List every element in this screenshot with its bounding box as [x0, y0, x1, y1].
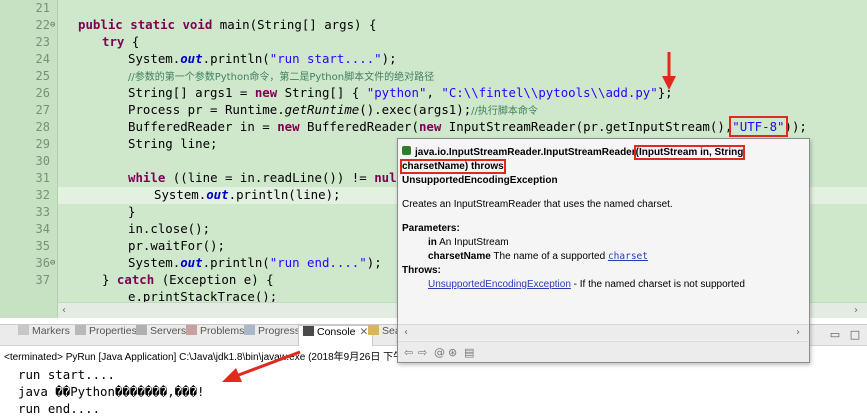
scroll-left-icon[interactable]: ‹ — [404, 325, 408, 340]
line-number: 22 — [35, 18, 50, 32]
code-line: } — [128, 204, 136, 219]
properties-icon — [75, 325, 86, 335]
line-number: 26 — [35, 86, 50, 100]
code-line: try { — [102, 34, 140, 49]
show-in-javadoc-view-icon[interactable]: ▤ — [464, 346, 474, 359]
line-number: 37 — [35, 273, 50, 287]
throws-entry: UnsupportedEncodingException - If the na… — [428, 279, 745, 290]
constructor-icon — [402, 146, 411, 155]
code-line: String[] args1 = new String[] { "python"… — [128, 85, 673, 100]
code-line: } catch (Exception e) { — [102, 272, 274, 287]
code-line: in.close(); — [128, 221, 211, 236]
line-number: 23 — [35, 35, 50, 49]
markers-icon — [18, 325, 29, 335]
tab-markers[interactable]: Markers — [18, 325, 70, 346]
hover-toolbar: ⇦ ⇨ @ ⊛ ▤ — [398, 341, 809, 362]
line-number: 24 — [35, 52, 50, 66]
code-line: System.out.println("run start...."); — [128, 51, 397, 66]
param-in: in An InputStream — [428, 237, 509, 248]
code-line: String line; — [128, 136, 218, 151]
line-number-gutter: 21 22 ⊖ 23 24 25 26 27 28 29 30 31 32 33… — [0, 0, 58, 318]
charset-string-highlight: "UTF-8" — [729, 116, 788, 137]
parameters-heading: Parameters: — [402, 223, 460, 234]
scroll-right-icon[interactable]: › — [854, 303, 858, 318]
line-number: 32 — [35, 188, 50, 202]
javadoc-description: Creates an InputStreamReader that uses t… — [402, 199, 673, 210]
forward-icon[interactable]: ⇨ — [418, 346, 427, 359]
console-line: run start.... — [18, 367, 115, 382]
progress-icon — [244, 325, 255, 335]
line-number: 29 — [35, 137, 50, 151]
tab-progress[interactable]: Progress — [244, 325, 300, 346]
console-line: java ��Python�������,���! — [18, 384, 205, 399]
problems-icon — [186, 325, 197, 335]
fold-icon[interactable]: ⊖ — [50, 255, 55, 272]
hover-horizontal-scrollbar[interactable]: ‹ › — [398, 324, 809, 340]
code-line: BufferedReader in = new BufferedReader(n… — [128, 116, 807, 137]
line-number: 27 — [35, 103, 50, 117]
line-number: 28 — [35, 120, 50, 134]
maximize-view-icon[interactable]: □ — [848, 328, 862, 342]
charset-link[interactable]: charset — [608, 251, 648, 262]
line-number: 30 — [35, 154, 50, 168]
line-number: 21 — [35, 1, 50, 15]
open-declaration-icon[interactable]: ⊛ — [448, 346, 457, 359]
param-charset-name: charsetName The name of a supported char… — [428, 251, 648, 262]
code-line: Process pr = Runtime.getRuntime().exec(a… — [128, 102, 538, 117]
tab-console[interactable]: Console ✕ — [298, 325, 374, 346]
line-number: 33 — [35, 205, 50, 219]
back-icon[interactable]: ⇦ — [404, 346, 413, 359]
tab-problems[interactable]: Problems — [186, 325, 244, 346]
scroll-right-icon[interactable]: › — [796, 325, 800, 340]
terminated-status: <terminated> PyRun [Java Application] C:… — [4, 352, 431, 363]
minimize-view-icon[interactable]: ▭ — [828, 328, 842, 342]
servers-icon — [136, 325, 147, 335]
line-number: 34 — [35, 222, 50, 236]
open-attached-javadoc-icon[interactable]: @ — [434, 346, 445, 359]
fold-icon[interactable]: ⊖ — [50, 17, 55, 34]
line-number: 35 — [35, 239, 50, 253]
code-line: while ((line = in.readLine()) != null) { — [128, 170, 426, 185]
unsupported-encoding-exception-link[interactable]: UnsupportedEncodingException — [428, 279, 571, 290]
code-line: pr.waitFor(); — [128, 238, 225, 253]
console-line: run end.... — [18, 401, 101, 416]
line-number: 25 — [35, 69, 50, 83]
line-number: 31 — [35, 171, 50, 185]
console-icon — [303, 326, 314, 336]
line-number: 36 — [35, 256, 50, 270]
tab-servers[interactable]: Servers — [136, 325, 186, 346]
code-comment-line: //参数的第一个参数Python命令，第二是Python脚本文件的绝对路径 — [128, 72, 435, 83]
javadoc-hover-popup: java.io.InputStreamReader.InputStreamRea… — [397, 138, 810, 363]
tab-properties[interactable]: Properties — [75, 325, 137, 346]
scroll-left-icon[interactable]: ‹ — [62, 303, 66, 318]
search-icon — [368, 325, 379, 335]
constructor-signature: java.io.InputStreamReader.InputStreamRea… — [399, 145, 746, 186]
code-line: public static void main(String[] args) { — [78, 17, 377, 32]
code-line: System.out.println("run end...."); — [128, 255, 382, 270]
throws-heading: Throws: — [402, 265, 441, 276]
